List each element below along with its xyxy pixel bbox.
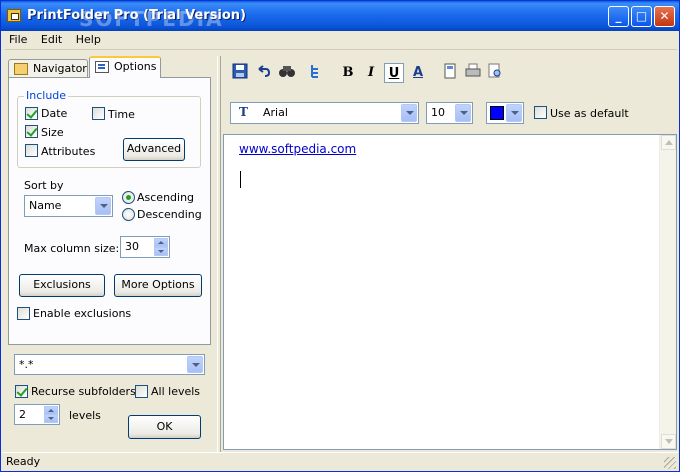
exclusions-button[interactable]: Exclusions (19, 274, 105, 297)
menu-file[interactable]: File (5, 31, 31, 48)
sort-by-value: Name (29, 199, 62, 212)
softpedia-link[interactable]: www.softpedia.com (239, 142, 356, 156)
tree-icon[interactable] (305, 63, 325, 83)
bold-icon[interactable]: B (338, 63, 358, 83)
options-panel: Include Date Time Size Attributes Advanc… (8, 77, 211, 345)
watermark-text: SOFTPEDIA (79, 7, 224, 31)
scroll-down-icon[interactable] (661, 434, 676, 449)
max-column-stepper[interactable]: 30 (120, 236, 170, 258)
chevron-down-icon[interactable] (401, 104, 417, 122)
toolbar: B I U A (225, 59, 677, 89)
spin-up-icon[interactable] (154, 238, 168, 247)
find-icon[interactable] (277, 63, 297, 83)
spin-down-icon[interactable] (154, 247, 168, 256)
menu-bar: File Edit Help (5, 31, 677, 50)
tab-options-label: Options (114, 60, 157, 73)
save-icon[interactable] (230, 63, 250, 83)
underline-icon[interactable]: U (384, 63, 404, 83)
spin-down-icon[interactable] (44, 414, 58, 423)
chevron-down-icon[interactable] (187, 356, 203, 373)
chevron-down-icon[interactable] (455, 104, 471, 122)
status-bar: Ready (2, 452, 678, 471)
descending-radio[interactable] (122, 208, 135, 221)
descending-label: Descending (137, 208, 202, 221)
pane-splitter[interactable] (217, 56, 221, 452)
ok-button[interactable]: OK (128, 415, 201, 439)
font-name-select[interactable]: T Arial (230, 102, 419, 124)
date-checkbox[interactable] (25, 107, 38, 120)
chevron-down-icon[interactable] (506, 104, 522, 122)
undo-icon[interactable] (253, 63, 273, 83)
title-bar[interactable]: PrintFolder Pro (Trial Version) SOFTPEDI… (1, 1, 679, 31)
font-size-select[interactable]: 10 (426, 102, 473, 124)
include-legend: Include (24, 89, 69, 102)
more-options-button[interactable]: More Options (114, 274, 202, 297)
enable-exclusions-checkbox[interactable] (17, 307, 30, 320)
all-levels-checkbox[interactable] (135, 385, 148, 398)
size-label: Size (41, 126, 64, 139)
status-text: Ready (6, 455, 41, 468)
recurse-checkbox[interactable] (15, 385, 28, 398)
date-label: Date (41, 107, 68, 120)
sort-by-select[interactable]: Name (24, 195, 113, 217)
max-column-label: Max column size: (24, 242, 120, 255)
print-icon[interactable] (463, 63, 483, 83)
ascending-label: Ascending (137, 191, 195, 204)
menu-edit[interactable]: Edit (37, 31, 66, 48)
size-checkbox[interactable] (25, 125, 38, 138)
time-checkbox[interactable] (92, 107, 105, 120)
vertical-scrollbar[interactable] (659, 135, 676, 449)
file-filter-select[interactable]: *.* (14, 354, 205, 375)
sort-by-label: Sort by (24, 179, 64, 192)
font-name-value: Arial (263, 106, 288, 119)
minimize-button[interactable]: _ (608, 6, 629, 27)
advanced-button[interactable]: Advanced (123, 138, 185, 161)
close-button[interactable]: ✕ (654, 6, 675, 27)
file-filter-value: *.* (19, 358, 34, 371)
preview-icon[interactable] (485, 63, 505, 83)
tab-navigator-label: Navigator (33, 62, 87, 75)
attributes-checkbox[interactable] (25, 144, 38, 157)
font-style-icon[interactable]: A (408, 63, 428, 83)
text-caret (240, 171, 241, 188)
max-column-value: 30 (125, 240, 139, 253)
truetype-icon: T (239, 105, 248, 119)
resize-grip-icon[interactable] (664, 457, 676, 469)
scroll-up-icon[interactable] (661, 135, 676, 150)
app-window: PrintFolder Pro (Trial Version) SOFTPEDI… (0, 0, 680, 472)
color-swatch (490, 106, 504, 120)
font-bar: T Arial 10 Use as default (225, 99, 677, 127)
recurse-label: Recurse subfolders: (31, 385, 140, 398)
color-picker[interactable] (486, 102, 524, 124)
use-default-checkbox[interactable] (534, 106, 547, 119)
tab-navigator[interactable]: Navigator (8, 59, 88, 78)
options-icon (95, 61, 109, 73)
levels-value: 2 (19, 408, 26, 421)
italic-icon[interactable]: I (361, 63, 381, 83)
folder-icon (14, 63, 28, 75)
chevron-down-icon[interactable] (95, 197, 111, 215)
all-levels-label: All levels (151, 385, 201, 398)
font-size-value: 10 (431, 106, 445, 119)
enable-exclusions-label: Enable exclusions (33, 307, 132, 320)
use-default-label: Use as default (550, 107, 629, 120)
levels-stepper[interactable]: 2 (14, 404, 60, 425)
page-icon[interactable] (440, 63, 460, 83)
maximize-button[interactable]: □ (631, 6, 652, 27)
ascending-radio[interactable] (122, 191, 135, 204)
menu-help[interactable]: Help (72, 31, 105, 48)
editor-area[interactable]: www.softpedia.com (223, 134, 677, 450)
levels-label: levels (69, 409, 101, 422)
tab-options[interactable]: Options (89, 56, 161, 78)
app-icon (7, 9, 21, 22)
time-label: Time (108, 108, 135, 121)
attributes-label: Attributes (41, 145, 96, 158)
